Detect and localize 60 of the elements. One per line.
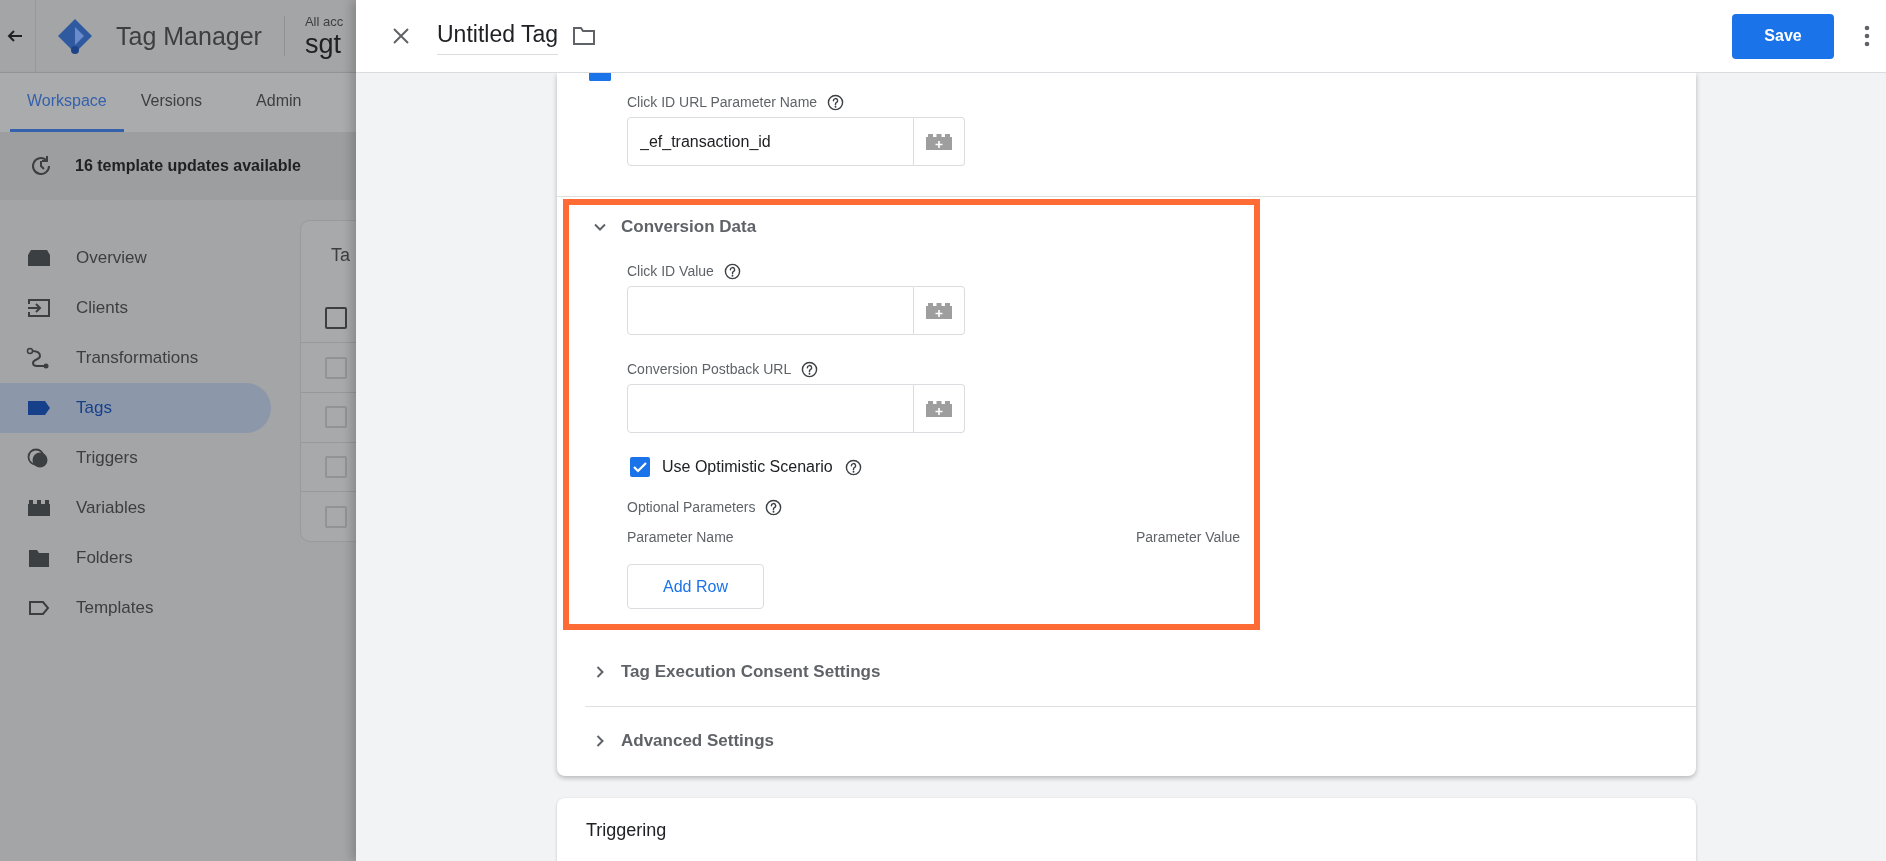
nav-tab[interactable]: Versions	[123, 73, 220, 132]
checkbox[interactable]	[325, 406, 347, 429]
input-field[interactable]	[627, 384, 914, 433]
variable-picker-button[interactable]	[914, 117, 965, 166]
enter-box-icon	[26, 297, 52, 319]
sidebar-item[interactable]: Tags	[0, 383, 271, 433]
sidebar-item[interactable]: Folders	[0, 533, 271, 583]
variable-picker-button[interactable]	[914, 286, 965, 335]
sidebar-item[interactable]: Transformations	[0, 333, 271, 383]
nav-tab[interactable]: Admin	[239, 73, 319, 132]
save-button[interactable]: Save	[1732, 13, 1834, 59]
help-icon[interactable]	[827, 93, 845, 111]
sidebar-item[interactable]: Overview	[0, 233, 271, 283]
brick-plus-icon[interactable]	[925, 132, 953, 151]
card-title: Triggering	[586, 820, 667, 840]
container-name[interactable]: sgt	[304, 28, 344, 59]
checkbox[interactable]	[589, 73, 611, 81]
checkbox[interactable]	[325, 456, 347, 478]
brick-plus-icon[interactable]	[925, 399, 953, 418]
brick-plus-icon[interactable]	[925, 301, 953, 320]
section-title[interactable]: Tag Execution Consent Settings	[621, 662, 881, 682]
checkbox[interactable]	[325, 505, 347, 528]
table-title: Ta	[330, 244, 351, 267]
input-field[interactable]	[627, 286, 914, 335]
checkbox[interactable]	[325, 356, 347, 379]
checkbox[interactable]	[325, 307, 347, 329]
column-header: Parameter Value	[1136, 529, 1240, 545]
brick-icon	[26, 497, 52, 519]
add-row-button[interactable]: Add Row	[627, 564, 764, 609]
sidebar-item[interactable]: Variables	[0, 483, 271, 533]
diamond-logo-icon	[56, 17, 94, 55]
history-icon	[29, 154, 53, 178]
field-label: Click ID Value	[627, 263, 714, 279]
section-title[interactable]: Conversion Data	[621, 217, 757, 237]
checkbox-label[interactable]: Use Optimistic Scenario	[662, 458, 833, 476]
tag-name-field[interactable]: Untitled Tag	[437, 17, 559, 55]
help-icon[interactable]	[723, 262, 741, 280]
field-label: Optional Parameters	[627, 499, 756, 515]
column-header: Parameter Name	[627, 529, 734, 545]
back-arrow-icon[interactable]	[7, 28, 23, 44]
sidebar-item[interactable]: Clients	[0, 283, 271, 333]
help-icon[interactable]	[765, 498, 783, 516]
sidebar-item[interactable]: Templates	[0, 583, 271, 633]
sidebar-item[interactable]: Triggers	[0, 433, 271, 483]
overview-icon	[26, 247, 52, 269]
field-label: Click ID URL Parameter Name	[627, 94, 818, 110]
section-title[interactable]: Advanced Settings	[621, 731, 775, 751]
account-label: All acc	[304, 13, 344, 29]
folder-icon	[26, 547, 52, 569]
more-menu-icon[interactable]	[1864, 25, 1870, 47]
help-icon[interactable]	[844, 458, 862, 476]
product-name: Tag Manager	[116, 21, 262, 51]
folder-icon[interactable]	[572, 26, 597, 46]
field-label: Conversion Postback URL	[627, 361, 792, 377]
checkbox[interactable]	[630, 457, 650, 477]
help-icon[interactable]	[801, 360, 819, 378]
close-icon[interactable]	[392, 27, 410, 45]
input-field[interactable]: _ef_transaction_id	[627, 117, 914, 166]
variable-picker-button[interactable]	[914, 384, 965, 433]
notice-text: 16 template updates available	[75, 157, 301, 175]
